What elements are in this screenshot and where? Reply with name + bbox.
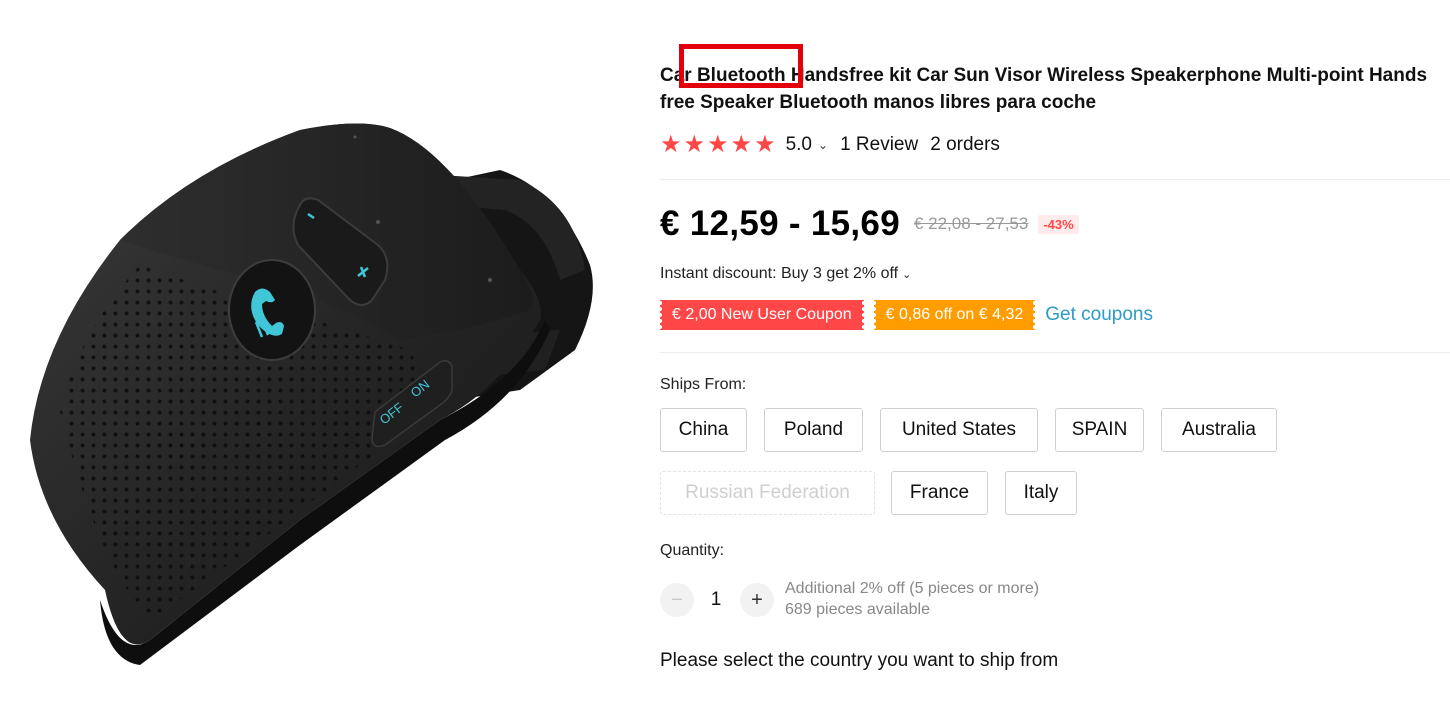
rating-row: ★ ★ ★ ★ ★ 5.0 ⌄ 1 Review 2 orders xyxy=(660,132,1000,158)
divider xyxy=(660,179,1450,180)
star-icon: ★ xyxy=(683,131,706,158)
instant-discount-text: Instant discount: Buy 3 get 2% off xyxy=(660,265,899,282)
divider xyxy=(660,352,1450,353)
chevron-down-icon: ⌄ xyxy=(902,269,912,281)
current-price: € 12,59 - 15,69 xyxy=(660,204,900,243)
product-image-panel: OFF ON xyxy=(0,0,640,714)
star-icon: ★ xyxy=(660,131,682,158)
ship-option-china[interactable]: China xyxy=(660,408,747,452)
pieces-available-text: 689 pieces available xyxy=(785,601,930,618)
star-icon: ★ xyxy=(730,131,753,158)
ship-option-united-states[interactable]: United States xyxy=(880,408,1038,452)
highlight-box xyxy=(679,44,803,88)
price-row: € 12,59 - 15,69 € 22,08 - 27,53 -43% xyxy=(660,204,1079,244)
quantity-increase-button[interactable]: + xyxy=(740,583,774,617)
ship-option-australia[interactable]: Australia xyxy=(1161,408,1277,452)
additional-discount-text: Additional 2% off (5 pieces or more) xyxy=(785,580,1040,597)
ship-country-message: Please select the country you want to sh… xyxy=(660,650,1059,671)
star-icon: ★ xyxy=(754,131,776,158)
ship-option-spain[interactable]: SPAIN xyxy=(1055,408,1144,452)
new-user-coupon[interactable]: € 2,00 New User Coupon xyxy=(658,300,866,330)
chevron-down-icon[interactable]: ⌄ xyxy=(818,138,828,152)
reviews-link[interactable]: 1 Review xyxy=(840,134,918,156)
ship-option-poland[interactable]: Poland xyxy=(764,408,863,452)
ship-option-france[interactable]: France xyxy=(891,471,988,515)
product-details: Car Bluetooth Handsfree kit Car Sun Viso… xyxy=(658,0,1450,714)
star-icon: ★ xyxy=(707,131,729,158)
original-price: € 22,08 - 27,53 xyxy=(913,214,1029,233)
quantity-decrease-button[interactable]: − xyxy=(660,583,694,617)
quantity-note: Additional 2% off (5 pieces or more) 689… xyxy=(785,578,1039,620)
orders-count: 2 orders xyxy=(930,134,1000,155)
get-coupons-link[interactable]: Get coupons xyxy=(1045,304,1153,326)
coupon-row: € 2,00 New User Coupon € 0,86 off on € 4… xyxy=(658,300,1153,330)
quantity-input[interactable] xyxy=(700,586,732,614)
rating-score[interactable]: 5.0 xyxy=(786,134,812,156)
store-coupon[interactable]: € 0,86 off on € 4,32 xyxy=(871,300,1037,330)
instant-discount[interactable]: Instant discount: Buy 3 get 2% off ⌄ xyxy=(660,265,911,283)
product-image: OFF ON xyxy=(30,123,593,665)
quantity-label: Quantity: xyxy=(660,542,725,559)
ship-option-russian-federation: Russian Federation xyxy=(660,471,875,515)
rating-stars: ★ ★ ★ ★ ★ xyxy=(660,133,776,157)
ship-option-italy[interactable]: Italy xyxy=(1005,471,1077,515)
discount-badge: -43% xyxy=(1038,214,1079,234)
ships-from-label: Ships From: xyxy=(660,376,747,393)
